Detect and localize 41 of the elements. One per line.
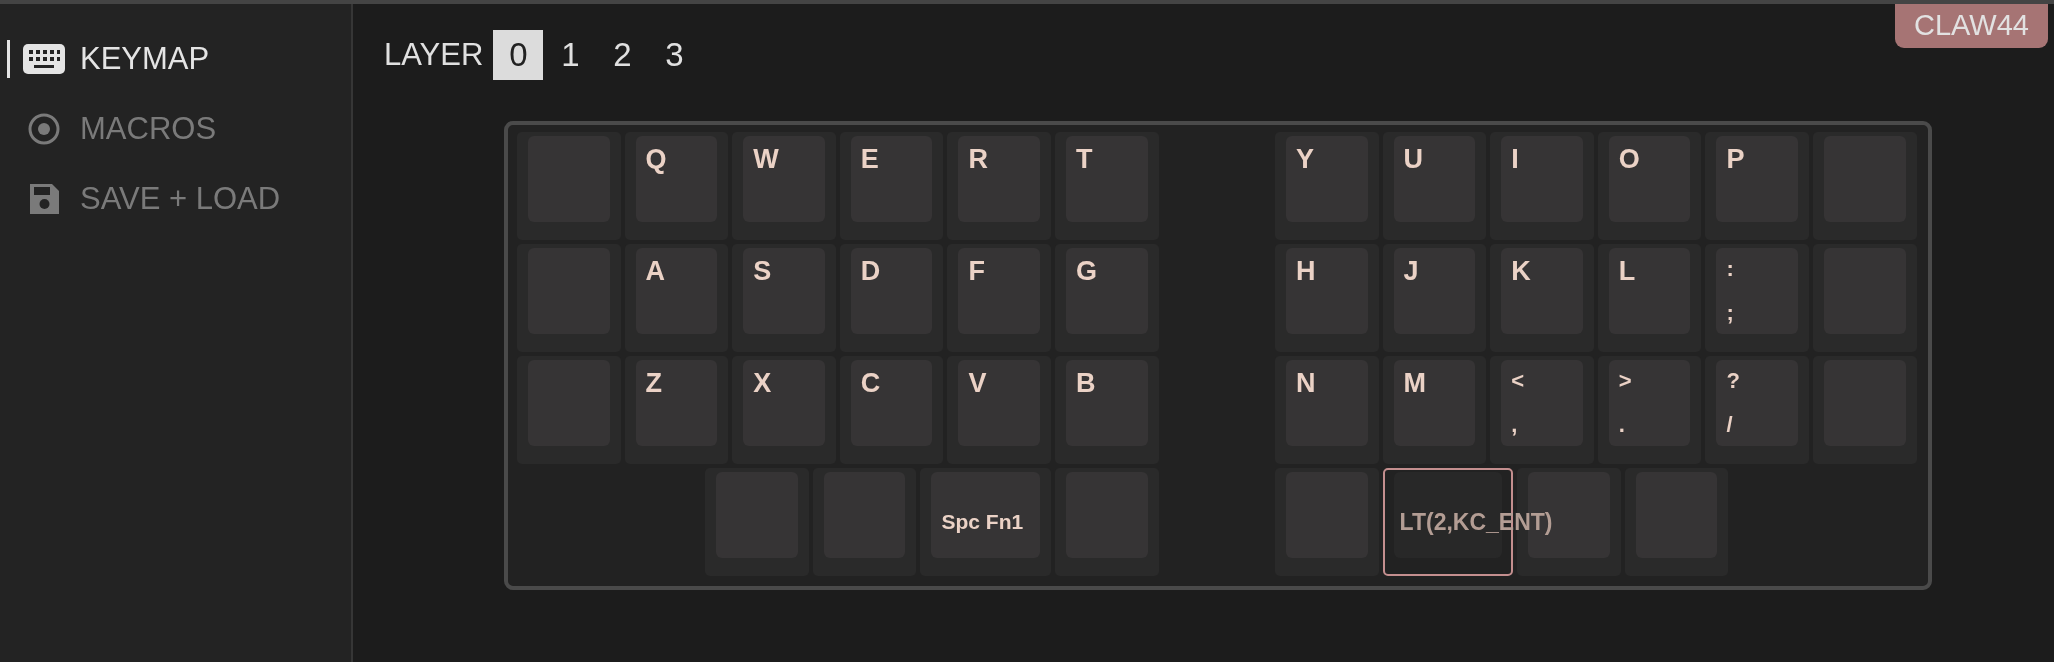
key[interactable]: : ; xyxy=(1705,244,1809,352)
keyboard-icon xyxy=(22,43,66,75)
nav-item[interactable]: KEYMAP xyxy=(0,24,351,94)
key[interactable]: C xyxy=(839,356,944,464)
key[interactable]: V xyxy=(947,356,1051,464)
key[interactable]: Z xyxy=(624,356,729,464)
key[interactable]: U xyxy=(1382,132,1487,240)
key[interactable]: O xyxy=(1597,132,1702,240)
key[interactable]: L xyxy=(1597,244,1702,352)
key[interactable]: E xyxy=(839,132,944,240)
key[interactable]: G xyxy=(1054,244,1159,352)
key[interactable]: H xyxy=(1275,244,1379,352)
key[interactable]: M xyxy=(1382,356,1487,464)
key[interactable]: P xyxy=(1705,132,1809,240)
key[interactable]: X xyxy=(732,356,836,464)
key[interactable]: S xyxy=(732,244,836,352)
key[interactable]: R xyxy=(947,132,1051,240)
layer-tab[interactable]: 1 xyxy=(545,30,596,80)
key[interactable]: Q xyxy=(624,132,729,240)
key[interactable]: J xyxy=(1382,244,1487,352)
key[interactable]: A xyxy=(624,244,729,352)
keyboard-name-badge: CLAW44 xyxy=(1895,4,2048,48)
nav-item[interactable]: MACROS xyxy=(0,94,351,164)
key-label: Spc Fn1 xyxy=(941,511,1024,532)
key[interactable]: D xyxy=(839,244,944,352)
key[interactable]: N xyxy=(1275,356,1379,464)
key[interactable]: I xyxy=(1490,132,1594,240)
key[interactable]: W xyxy=(732,132,836,240)
key[interactable]: K xyxy=(1490,244,1594,352)
layer-label: LAYER xyxy=(384,37,484,73)
nav-item[interactable]: SAVE + LOAD xyxy=(0,164,351,234)
key[interactable]: Y xyxy=(1275,132,1379,240)
layer-tab[interactable]: 3 xyxy=(649,30,700,80)
layer-tab[interactable]: 0 xyxy=(493,30,544,80)
key[interactable]: ? / xyxy=(1705,356,1809,464)
key[interactable]: > . xyxy=(1597,356,1702,464)
layer-tab[interactable]: 2 xyxy=(597,30,648,80)
key[interactable]: < , xyxy=(1490,356,1594,464)
key[interactable]: B xyxy=(1054,356,1159,464)
key[interactable]: F xyxy=(947,244,1051,352)
key[interactable]: T xyxy=(1054,132,1159,240)
